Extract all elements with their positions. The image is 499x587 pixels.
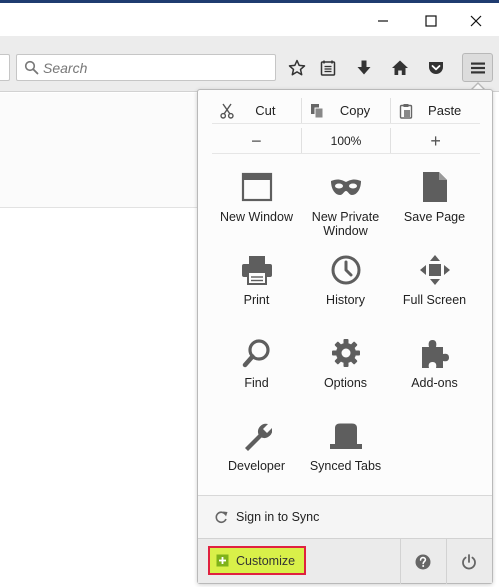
customize-plus-icon <box>216 554 229 567</box>
sign-in-to-sync-label: Sign in to Sync <box>236 510 320 524</box>
help-button[interactable] <box>412 551 434 573</box>
new-window-icon <box>241 172 272 202</box>
cut-label: Cut <box>255 103 276 118</box>
add-ons-label: Add-ons <box>411 376 458 390</box>
options-label: Options <box>323 376 368 390</box>
maximize-button[interactable] <box>408 7 454 35</box>
scissors-icon <box>220 103 234 119</box>
add-ons-button[interactable]: Add-ons <box>390 330 479 410</box>
reading-list-button[interactable] <box>317 58 339 78</box>
options-gear-icon <box>331 339 360 367</box>
bookmark-star-icon <box>288 59 306 76</box>
full-screen-button[interactable]: Full Screen <box>390 247 479 327</box>
options-button[interactable]: Options <box>301 330 390 410</box>
print-button[interactable]: Print <box>212 247 301 327</box>
power-icon <box>462 554 476 570</box>
search-input[interactable] <box>43 57 268 78</box>
minimize-icon <box>378 20 388 22</box>
history-clock-icon <box>331 255 360 285</box>
history-label: History <box>326 293 365 307</box>
paste-icon <box>400 104 413 119</box>
developer-wrench-icon <box>244 423 272 451</box>
close-icon <box>470 15 482 27</box>
zoom-level: 100% <box>330 133 362 148</box>
printer-icon <box>241 256 272 285</box>
cut-button[interactable]: Cut <box>212 98 301 123</box>
find-button[interactable]: Find <box>212 330 301 410</box>
page-content-area <box>0 93 198 208</box>
developer-label: Developer <box>228 459 285 473</box>
synced-tabs-label: Synced Tabs <box>309 459 382 473</box>
search-bar[interactable] <box>16 54 276 81</box>
downloads-button[interactable] <box>353 58 375 78</box>
find-label: Find <box>244 376 269 390</box>
pocket-button[interactable] <box>425 58 447 78</box>
search-icon <box>24 60 39 75</box>
full-screen-icon <box>419 255 450 285</box>
paste-button[interactable]: Paste <box>390 98 480 123</box>
downloads-icon <box>357 60 371 75</box>
new-private-window-button[interactable]: New Private Window <box>301 164 390 244</box>
save-page-icon <box>422 172 447 202</box>
sync-icon <box>215 511 228 523</box>
private-mask-icon <box>330 179 361 195</box>
bookmark-button[interactable] <box>286 58 308 78</box>
print-label: Print <box>243 293 270 307</box>
zoom-reset-button[interactable]: 100% <box>300 128 391 153</box>
edit-controls: Cut Copy Paste <box>212 98 480 124</box>
sign-in-to-sync-button[interactable]: Sign in to Sync <box>198 496 492 538</box>
home-button[interactable] <box>389 58 411 78</box>
copy-label: Copy <box>339 103 371 118</box>
zoom-in-button[interactable]: + <box>390 128 480 153</box>
footer-divider <box>400 539 401 584</box>
quit-button[interactable] <box>458 551 480 573</box>
puzzle-piece-icon <box>421 340 449 368</box>
customize-button[interactable]: Customize <box>208 546 306 575</box>
full-screen-label: Full Screen <box>402 293 467 307</box>
close-button[interactable] <box>453 7 499 35</box>
zoom-out-button[interactable]: − <box>212 128 301 153</box>
pocket-icon <box>429 62 443 74</box>
main-menu-panel: Cut Copy Paste − 100% + New Window New P… <box>197 89 493 584</box>
paste-label: Paste <box>428 103 462 118</box>
url-bar-edge[interactable] <box>0 54 10 81</box>
developer-button[interactable]: Developer <box>212 413 301 493</box>
minimize-button[interactable] <box>360 7 406 35</box>
hamburger-menu-icon <box>470 62 485 73</box>
find-magnifier-icon <box>242 339 270 368</box>
synced-tabs-button[interactable]: Synced Tabs <box>301 413 390 493</box>
maximize-icon <box>425 15 437 27</box>
home-icon <box>392 60 408 75</box>
new-window-button[interactable]: New Window <box>212 164 301 244</box>
save-page-label: Save Page <box>403 210 466 224</box>
copy-icon <box>310 104 324 119</box>
footer-divider <box>446 539 447 584</box>
new-window-label: New Window <box>220 210 293 224</box>
synced-tabs-icon <box>329 423 362 449</box>
help-question-icon <box>415 554 431 570</box>
copy-button[interactable]: Copy <box>300 98 391 123</box>
reading-list-icon <box>320 60 336 76</box>
panel-footer: Customize <box>198 538 492 584</box>
zoom-controls: − 100% + <box>212 128 480 154</box>
save-page-button[interactable]: Save Page <box>390 164 479 244</box>
navigation-toolbar <box>0 36 499 92</box>
new-private-window-label: New Private Window <box>311 210 380 238</box>
zoom-out-label: − <box>251 130 262 151</box>
customize-label: Customize <box>236 553 296 568</box>
history-button[interactable]: History <box>301 247 390 327</box>
title-bar <box>0 3 499 36</box>
zoom-in-label: + <box>430 130 441 151</box>
open-menu-button[interactable] <box>462 53 493 82</box>
